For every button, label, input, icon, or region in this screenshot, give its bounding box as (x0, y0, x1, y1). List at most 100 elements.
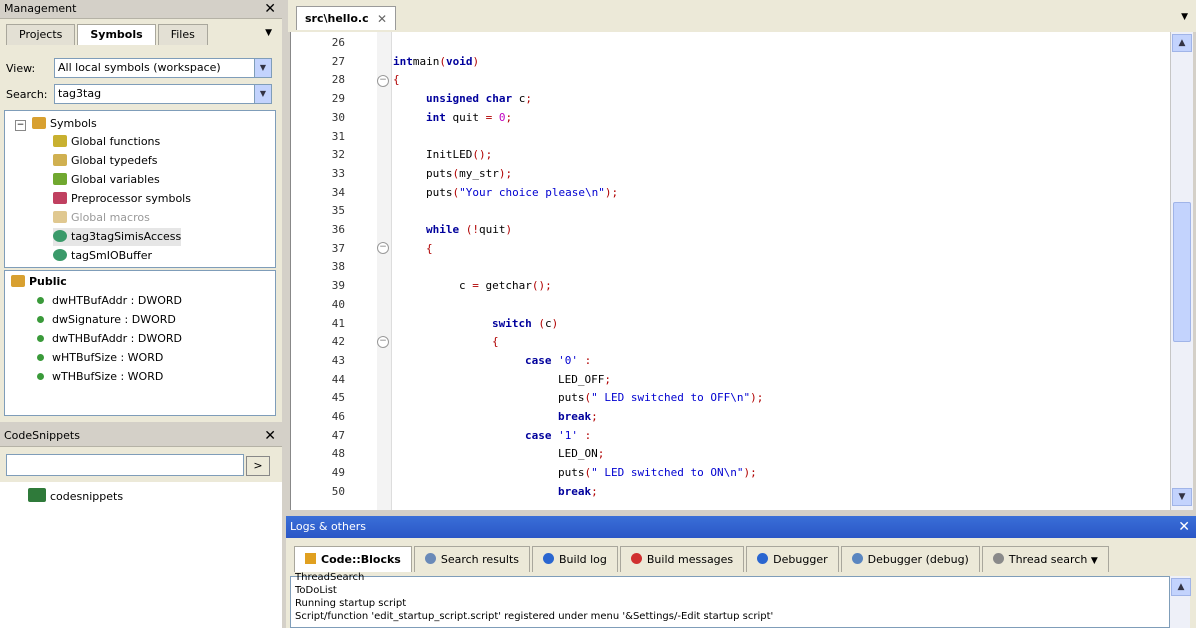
scrollbar-thumb[interactable] (1173, 202, 1191, 342)
code-token: case (525, 353, 552, 367)
tree-item-global-macros[interactable]: Global macros (53, 209, 150, 227)
thread-search-icon (992, 553, 1004, 564)
class-icon (53, 249, 67, 261)
tree-item-tag3tagsimisaccess[interactable]: tag3tagSimisAccess (53, 228, 182, 246)
code-line: case '0' : (525, 352, 591, 370)
tree-item-symbols[interactable]: − Symbols (15, 115, 97, 133)
code-token: getchar (478, 279, 532, 293)
line-number: 35 (331, 204, 345, 218)
fold-toggle-icon[interactable]: − (377, 336, 389, 348)
member-icon (37, 373, 44, 380)
symbol-search-input[interactable]: tag3tag ▼ (54, 84, 272, 104)
code-token: unsigned char (426, 92, 513, 106)
fold-toggle-icon[interactable]: − (377, 75, 389, 87)
tree-item-global-variables[interactable]: Global variables (53, 171, 160, 189)
tab-symbols[interactable]: Symbols (77, 24, 156, 45)
symbols-tree: − Symbols Global functions Global typedef… (4, 110, 276, 268)
code-token: "Your choice please\n" (459, 185, 605, 199)
management-tabs: Projects Symbols Files (6, 24, 208, 45)
search-icon (424, 553, 436, 564)
view-select[interactable]: All local symbols (workspace) ▼ (54, 58, 272, 78)
tree-item-codesnippets[interactable]: codesnippets (28, 488, 123, 506)
logs-panel: Logs & others ✕ Code::Blocks Search resu… (286, 516, 1196, 628)
chevron-down-icon[interactable]: ▼ (254, 59, 271, 77)
editor-vertical-scrollbar[interactable]: ▲ ▼ (1170, 32, 1193, 510)
code-token: ) (551, 316, 559, 330)
member-icon (37, 354, 44, 361)
code-line: while (!quit) (426, 221, 512, 239)
member-item[interactable]: dwSignature : DWORD (37, 311, 176, 329)
preprocessor-icon (53, 192, 67, 204)
code-token: my_str (459, 166, 499, 180)
scroll-down-icon[interactable]: ▼ (1172, 488, 1192, 506)
scroll-up-icon[interactable]: ▲ (1171, 578, 1191, 596)
line-number: 50 (331, 484, 345, 498)
code-line: LED_ON; (558, 445, 604, 463)
editor-tab-bar: src\hello.c ✕ ▼ (288, 0, 1196, 32)
code-token: (); (531, 279, 552, 293)
code-token: '1' (558, 428, 578, 442)
chevron-down-icon[interactable]: ▼ (1091, 556, 1098, 566)
tree-item-tagsmiobuffer[interactable]: tagSmIOBuffer (53, 247, 152, 265)
code-line: int quit = 0; (426, 109, 512, 127)
line-number: 39 (331, 279, 345, 293)
public-icon (11, 275, 25, 287)
chevron-down-icon[interactable]: ▼ (254, 85, 271, 103)
code-token: quit (445, 110, 486, 124)
line-number: 28 (331, 73, 345, 87)
tab-build-log[interactable]: Build log (532, 546, 618, 572)
close-icon[interactable]: ✕ (377, 7, 387, 31)
tab-build-messages[interactable]: Build messages (619, 546, 745, 572)
member-item[interactable]: dwTHBufAddr : DWORD (37, 330, 182, 348)
snippets-search-input[interactable] (6, 454, 244, 476)
code-token: { (393, 73, 400, 87)
log-scrollbar[interactable]: ▲ (1170, 576, 1191, 628)
line-number: 47 (331, 428, 345, 442)
member-item[interactable]: wHTBufSize : WORD (37, 349, 163, 367)
tab-debugger[interactable]: Debugger (746, 546, 839, 572)
tab-files[interactable]: Files (157, 24, 208, 45)
codeblocks-icon (305, 553, 316, 564)
code-line: { (393, 71, 400, 89)
tab-search-results[interactable]: Search results (413, 546, 530, 572)
tree-item-global-typedefs[interactable]: Global typedefs (53, 152, 158, 170)
management-close-icon[interactable]: ✕ (264, 0, 276, 18)
log-output[interactable]: ThreadSearch ToDoList Running startup sc… (290, 572, 1170, 628)
snippets-go-button[interactable]: > (246, 456, 270, 476)
line-number: 42 (331, 335, 345, 349)
line-number: 27 (331, 54, 345, 68)
variables-icon (53, 173, 67, 185)
tab-codeblocks[interactable]: Code::Blocks (294, 546, 412, 572)
member-item[interactable]: wTHBufSize : WORD (37, 368, 163, 386)
member-item[interactable]: dwHTBufAddr : DWORD (37, 292, 182, 310)
code-token: (! (465, 223, 479, 236)
tabs-menu-icon[interactable]: ▼ (265, 28, 272, 38)
tab-thread-search[interactable]: Thread search ▼ (981, 546, 1109, 572)
code-token: ; (604, 372, 611, 386)
fold-toggle-icon[interactable]: − (377, 242, 389, 254)
scroll-up-icon[interactable]: ▲ (1172, 34, 1192, 52)
line-number: 48 (331, 447, 345, 461)
line-number: 38 (331, 260, 345, 274)
line-number: 31 (331, 129, 345, 143)
tree-item-global-functions[interactable]: Global functions (53, 133, 160, 151)
logs-close-icon[interactable]: ✕ (1178, 516, 1190, 538)
codesnippets-title: CodeSnippets (0, 426, 282, 447)
collapse-icon[interactable]: − (15, 120, 26, 131)
line-number: 45 (331, 391, 345, 405)
code-token: case (525, 428, 552, 442)
view-label: View: (6, 62, 36, 75)
view-select-value: All local symbols (workspace) (58, 61, 221, 74)
public-group[interactable]: Public (11, 273, 67, 291)
codesnippets-close-icon[interactable]: ✕ (264, 426, 276, 446)
tab-debugger-debug[interactable]: Debugger (debug) (840, 546, 980, 572)
code-token: puts (558, 391, 585, 405)
member-icon (37, 335, 44, 342)
tree-item-preprocessor-symbols[interactable]: Preprocessor symbols (53, 190, 191, 208)
editor-tab-hello-c[interactable]: src\hello.c ✕ (296, 6, 396, 30)
code-token: '0' (558, 353, 578, 367)
build-messages-icon (630, 553, 642, 564)
editor-tabs-menu-icon[interactable]: ▼ (1181, 12, 1188, 22)
tab-projects[interactable]: Projects (6, 24, 76, 45)
code-editor[interactable]: intmain(void){unsigned char c; int quit =… (290, 32, 1171, 510)
